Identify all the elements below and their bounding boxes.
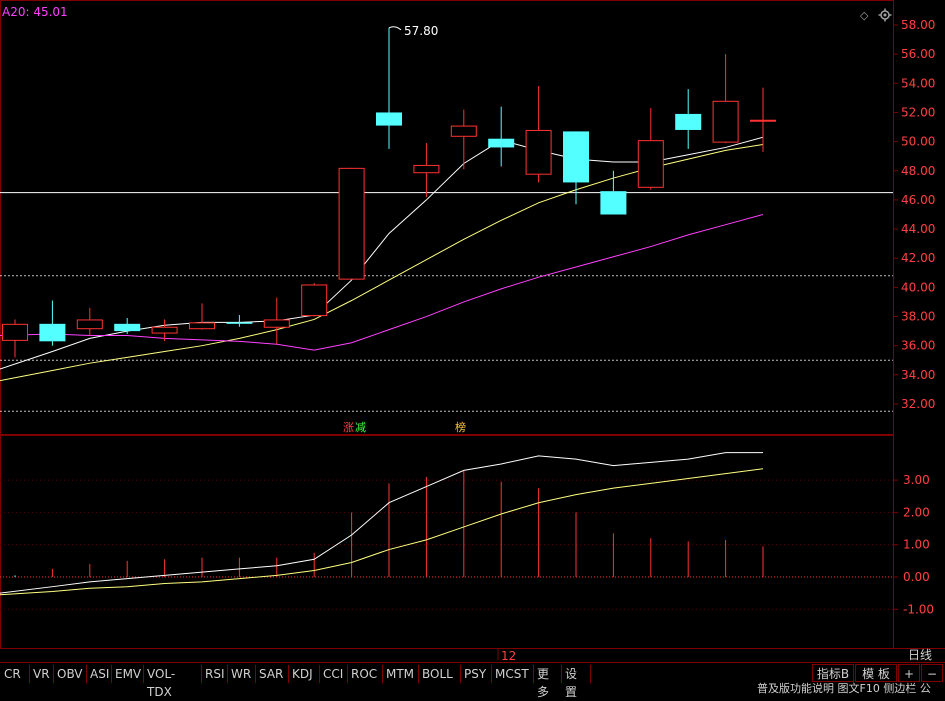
zoom-out-button[interactable]: − xyxy=(921,664,943,682)
gear-icon[interactable] xyxy=(878,8,892,22)
sub-y-tick-label: 3.00 xyxy=(903,473,930,487)
candle-body xyxy=(637,140,664,188)
y-tick-label: 48.00 xyxy=(901,164,935,178)
toolbar-item[interactable]: KDJ xyxy=(289,665,320,683)
tag-rank[interactable]: 榜 xyxy=(455,419,466,435)
ma-label: A20: 45.01 xyxy=(2,5,68,19)
toolbar-item[interactable]: SAR xyxy=(256,665,289,683)
high-marker xyxy=(388,26,402,31)
toolbar-item[interactable]: MTM xyxy=(383,665,419,683)
high-value-label: 57.80 xyxy=(404,24,438,38)
toolbar-item[interactable]: RSI xyxy=(202,665,228,683)
toolbar-item[interactable]: MCST xyxy=(492,665,534,683)
candle-body xyxy=(750,119,776,122)
diamond-icon[interactable]: ◇ xyxy=(860,9,868,22)
y-tick-label: 52.00 xyxy=(901,105,935,119)
y-tick-label: 40.00 xyxy=(901,280,935,294)
y-tick-label: 36.00 xyxy=(901,339,935,353)
bottom-strip[interactable]: 普及版功能说明 图文F10 侧边栏 公 xyxy=(757,683,931,694)
candle-body xyxy=(376,112,402,126)
toolbar-item[interactable]: PSY xyxy=(461,665,492,683)
sub-y-tick-label: 1.00 xyxy=(903,538,930,552)
sub-y-tick-label: 2.00 xyxy=(903,505,930,519)
y-tick-label: 58.00 xyxy=(901,18,935,32)
y-tick-label: 34.00 xyxy=(901,368,935,382)
kline-chart[interactable]: 58.00 56.00 54.00 52.00 50.00 48.00 46.00 44.00… xyxy=(0,0,945,662)
candle-body xyxy=(563,131,589,183)
sub-y-tick-label: -1.00 xyxy=(903,602,934,616)
toolbar-item[interactable]: OBV xyxy=(54,665,87,683)
y-tick-label: 38.00 xyxy=(901,310,935,324)
candle-body xyxy=(450,125,477,137)
candle-body xyxy=(226,322,253,324)
toolbar-item[interactable]: ROC xyxy=(348,665,383,683)
indicator-line xyxy=(0,468,764,596)
candle-body xyxy=(263,319,290,328)
candle-body xyxy=(151,326,178,334)
x-tick-label: 12 xyxy=(501,649,516,662)
candle-body xyxy=(189,322,215,330)
y-tick-label: 50.00 xyxy=(901,135,935,149)
indicator-b-button[interactable]: 指标B xyxy=(812,664,854,682)
candle-body xyxy=(338,167,365,280)
candle-body xyxy=(675,113,702,130)
toolbar-item[interactable]: CCI xyxy=(320,665,348,683)
candle-body xyxy=(525,129,552,175)
y-tick-label: 46.00 xyxy=(901,193,935,207)
candle-body xyxy=(114,323,141,332)
toolbar-item[interactable]: 设置 xyxy=(562,665,591,699)
candle-body xyxy=(39,323,66,342)
indicator-line xyxy=(0,452,763,594)
daily-period-button[interactable]: 日线 xyxy=(897,648,943,663)
tag-fall[interactable]: 减 xyxy=(355,419,366,435)
tag-rise[interactable]: 涨 xyxy=(343,419,354,435)
toolbar-item[interactable]: WR xyxy=(228,665,256,683)
candle-body xyxy=(488,138,515,148)
y-tick-label: 44.00 xyxy=(901,222,935,236)
toolbar-item[interactable]: 更多 xyxy=(534,665,562,699)
candle-body xyxy=(2,323,28,341)
toolbar-item[interactable]: CR xyxy=(1,665,30,683)
zoom-in-button[interactable]: + xyxy=(898,664,920,682)
y-tick-label: 56.00 xyxy=(901,47,935,61)
candle-body xyxy=(712,100,739,143)
y-tick-label: 42.00 xyxy=(901,251,935,265)
toolbar-item[interactable]: BOLL xyxy=(419,665,461,683)
toolbar-item[interactable]: ASI xyxy=(87,665,112,683)
candle-body xyxy=(76,319,103,330)
sub-panel-border xyxy=(0,435,894,649)
candle-body xyxy=(600,191,627,215)
toolbar-item[interactable]: VR xyxy=(30,665,54,683)
main-panel-border xyxy=(0,0,894,435)
candle-body xyxy=(301,284,328,317)
y-tick-label: 54.00 xyxy=(901,76,935,90)
y-tick-label: 32.00 xyxy=(901,397,935,411)
toolbar-item[interactable]: VOL-TDX xyxy=(144,665,202,699)
toolbar-item[interactable]: EMV xyxy=(112,665,144,683)
candle-body xyxy=(413,164,440,174)
sub-y-tick-label: 0.00 xyxy=(903,570,930,584)
template-button[interactable]: 模 板 xyxy=(855,664,897,682)
